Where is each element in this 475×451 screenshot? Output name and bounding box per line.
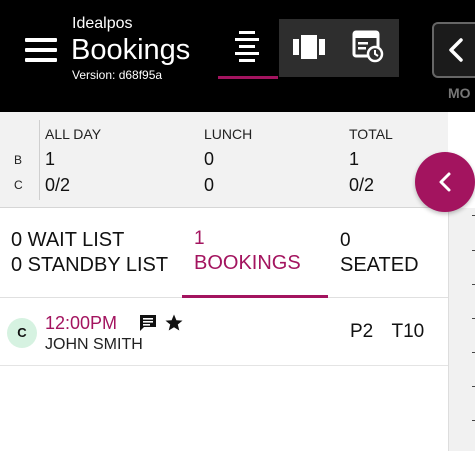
col-header-lunch: LUNCH: [204, 126, 253, 142]
bookings-label: BOOKINGS: [194, 252, 301, 274]
star-icon: [165, 314, 183, 331]
lunch-b-value: 0: [204, 149, 215, 169]
all-day-b-value: 1: [45, 149, 56, 169]
collapse-summary-button[interactable]: [415, 152, 475, 212]
booking-time: 12:00PM: [45, 313, 118, 333]
more-label: MO: [448, 85, 471, 101]
seated-count: 0: [340, 230, 351, 251]
booking-row[interactable]: C 12:00PM JOHN SMITH P2 T10: [0, 298, 448, 366]
schedule-view-button[interactable]: [339, 19, 399, 77]
booking-icons: [138, 313, 186, 333]
list-view-icon: [235, 31, 259, 62]
row-label-c: C: [14, 178, 23, 192]
standby-label: 0 STANDBY LIST: [11, 254, 169, 276]
side-panel-edge: [448, 208, 475, 451]
table-number: T10: [391, 321, 425, 342]
all-day-c-value: 0/2: [45, 175, 71, 195]
customer-name: JOHN SMITH: [45, 336, 143, 353]
col-header-total: TOTAL: [349, 126, 393, 142]
seated-label: SEATED: [340, 254, 419, 276]
table-view-icon: [293, 35, 325, 59]
list-view-button[interactable]: [218, 19, 278, 79]
party-size: P2: [350, 321, 374, 342]
total-b-value: 1: [349, 149, 360, 169]
table-view-button[interactable]: [279, 19, 339, 77]
col-header-all-day: ALL DAY: [45, 126, 102, 142]
top-bar: Idealpos Bookings Version: d68f95a MO: [0, 0, 475, 112]
chevron-left-icon: [439, 172, 451, 192]
waitlist-label: 0 WAIT LIST: [11, 229, 125, 251]
total-c-value: 0/2: [349, 175, 375, 195]
active-view-indicator: [218, 76, 278, 79]
lunch-c-value: 0: [204, 175, 215, 195]
tab-waitlist[interactable]: 0 WAIT LIST 0 STANDBY LIST: [0, 208, 180, 298]
tab-bookings[interactable]: 1 BOOKINGS: [182, 208, 328, 298]
version-label: Version: d68f95a: [72, 68, 163, 82]
comment-icon: [140, 315, 156, 331]
booking-party-table: P2 T10: [350, 321, 424, 343]
brand-name: Idealpos: [72, 15, 133, 32]
more-button[interactable]: [432, 22, 475, 78]
page-title: Bookings: [71, 34, 191, 66]
summary-divider: [39, 120, 40, 200]
schedule-view-icon: [352, 30, 384, 63]
tab-seated[interactable]: 0 SEATED: [330, 208, 448, 298]
row-label-b: B: [14, 153, 23, 167]
avatar: C: [7, 318, 37, 348]
booking-summary: B C ALL DAY 1 0/2 LUNCH 0 0 TOTAL 1 0/2: [0, 112, 448, 208]
booking-tabs: 0 WAIT LIST 0 STANDBY LIST 1 BOOKINGS 0 …: [0, 208, 448, 298]
bookings-count: 1: [194, 228, 205, 249]
chevron-left-icon: [449, 38, 463, 62]
menu-icon[interactable]: [25, 38, 57, 62]
